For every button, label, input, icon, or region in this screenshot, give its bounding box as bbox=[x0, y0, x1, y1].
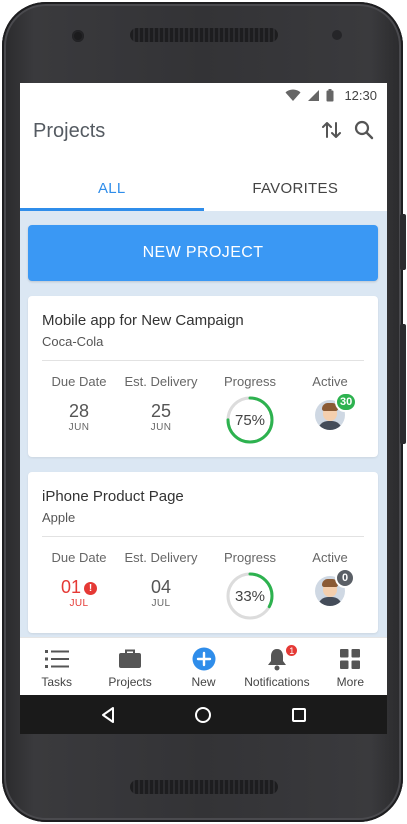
search-icon[interactable] bbox=[353, 119, 375, 141]
progress-label: Progress bbox=[223, 550, 277, 565]
avatar[interactable]: 0 bbox=[315, 568, 355, 606]
system-nav-bar bbox=[20, 695, 387, 734]
back-icon[interactable] bbox=[99, 706, 117, 724]
active-members: Active 30 bbox=[304, 374, 358, 430]
bottom-speaker bbox=[130, 780, 278, 794]
signal-icon bbox=[308, 89, 320, 101]
due-month: JUN bbox=[68, 422, 90, 433]
project-client: Apple bbox=[42, 510, 76, 525]
progress: Progress 75% bbox=[214, 374, 286, 445]
power-button bbox=[400, 214, 406, 270]
volume-button bbox=[400, 324, 406, 444]
active-count-badge: 30 bbox=[335, 392, 358, 412]
battery-icon bbox=[326, 88, 334, 101]
active-label: Active bbox=[312, 374, 348, 389]
status-bar: 12:30 bbox=[20, 83, 387, 107]
active-count-badge: 0 bbox=[335, 568, 355, 588]
project-card[interactable]: Mobile app for New Campaign Coca-Cola Du… bbox=[28, 296, 378, 457]
recents-icon[interactable] bbox=[290, 706, 308, 724]
tab-all[interactable]: ALL bbox=[20, 165, 204, 211]
due-month: JUL bbox=[69, 598, 89, 609]
progress: Progress 33% bbox=[214, 550, 286, 621]
app-bar: Projects bbox=[20, 107, 387, 155]
progress-label: Progress bbox=[223, 374, 277, 389]
proximity-sensor bbox=[332, 30, 342, 40]
due-date: Due Date 28 JUN bbox=[48, 374, 110, 433]
earpiece-speaker bbox=[130, 28, 278, 42]
project-list: NEW PROJECT Mobile app for New Campaign … bbox=[20, 211, 387, 637]
avatar[interactable]: 30 bbox=[315, 392, 358, 430]
est-month: JUL bbox=[151, 598, 171, 609]
due-date-label: Due Date bbox=[51, 374, 107, 389]
due-day-overdue: 01! bbox=[48, 578, 110, 596]
sort-icon[interactable] bbox=[321, 119, 343, 141]
nav-projects[interactable]: Projects bbox=[93, 638, 166, 695]
progress-percent: 75% bbox=[234, 411, 266, 429]
est-month: JUN bbox=[150, 422, 172, 433]
nav-new[interactable]: New bbox=[167, 638, 240, 695]
est-delivery-label: Est. Delivery bbox=[124, 374, 198, 389]
nav-more[interactable]: More bbox=[314, 638, 387, 695]
active-label: Active bbox=[312, 550, 348, 565]
active-members: Active 0 bbox=[304, 550, 356, 606]
nav-tasks[interactable]: Tasks bbox=[20, 638, 93, 695]
nav-notifications[interactable]: 1 Notifications bbox=[240, 638, 313, 695]
nav-label: New bbox=[191, 675, 216, 689]
est-delivery: Est. Delivery 25 JUN bbox=[124, 374, 198, 433]
project-card[interactable]: iPhone Product Page Apple Due Date 01! J… bbox=[28, 472, 378, 633]
due-date-label: Due Date bbox=[51, 550, 107, 565]
home-icon[interactable] bbox=[194, 706, 212, 724]
divider bbox=[42, 360, 364, 361]
project-client: Coca-Cola bbox=[42, 334, 104, 349]
front-camera bbox=[72, 30, 84, 42]
est-day: 25 bbox=[150, 401, 172, 421]
briefcase-icon bbox=[119, 649, 142, 668]
list-icon bbox=[44, 650, 69, 668]
plus-circle-icon bbox=[192, 647, 216, 671]
alert-icon: ! bbox=[84, 582, 98, 595]
due-day: 01 bbox=[60, 577, 82, 597]
status-time: 12:30 bbox=[344, 87, 377, 103]
nav-label: More bbox=[336, 675, 364, 689]
nav-label: Notifications bbox=[244, 675, 310, 689]
screen: 12:30 Projects ALL FAVORITES NEW PROJECT bbox=[20, 83, 387, 734]
est-delivery: Est. Delivery 04 JUL bbox=[124, 550, 198, 609]
progress-ring: 33% bbox=[225, 571, 275, 621]
page-title: Projects bbox=[33, 119, 106, 142]
grid-icon bbox=[340, 649, 361, 669]
nav-label: Tasks bbox=[41, 675, 73, 689]
due-date: Due Date 01! JUL bbox=[48, 550, 110, 609]
phone-frame: 12:30 Projects ALL FAVORITES NEW PROJECT bbox=[2, 2, 406, 822]
project-name: iPhone Product Page bbox=[42, 488, 184, 505]
tab-favorites[interactable]: FAVORITES bbox=[204, 165, 388, 211]
tab-bar: ALL FAVORITES bbox=[20, 165, 387, 211]
divider bbox=[42, 536, 364, 537]
wifi-icon bbox=[285, 89, 301, 101]
due-day: 28 bbox=[68, 401, 90, 421]
bottom-nav: Tasks Projects New 1 Notifications More bbox=[20, 637, 387, 695]
nav-label: Projects bbox=[108, 675, 152, 689]
est-day: 04 bbox=[150, 577, 172, 597]
progress-percent: 33% bbox=[234, 587, 266, 605]
progress-ring: 75% bbox=[225, 395, 275, 445]
est-delivery-label: Est. Delivery bbox=[124, 550, 198, 565]
notification-badge: 1 bbox=[285, 644, 299, 657]
new-project-button[interactable]: NEW PROJECT bbox=[28, 225, 378, 281]
project-name: Mobile app for New Campaign bbox=[42, 312, 244, 329]
